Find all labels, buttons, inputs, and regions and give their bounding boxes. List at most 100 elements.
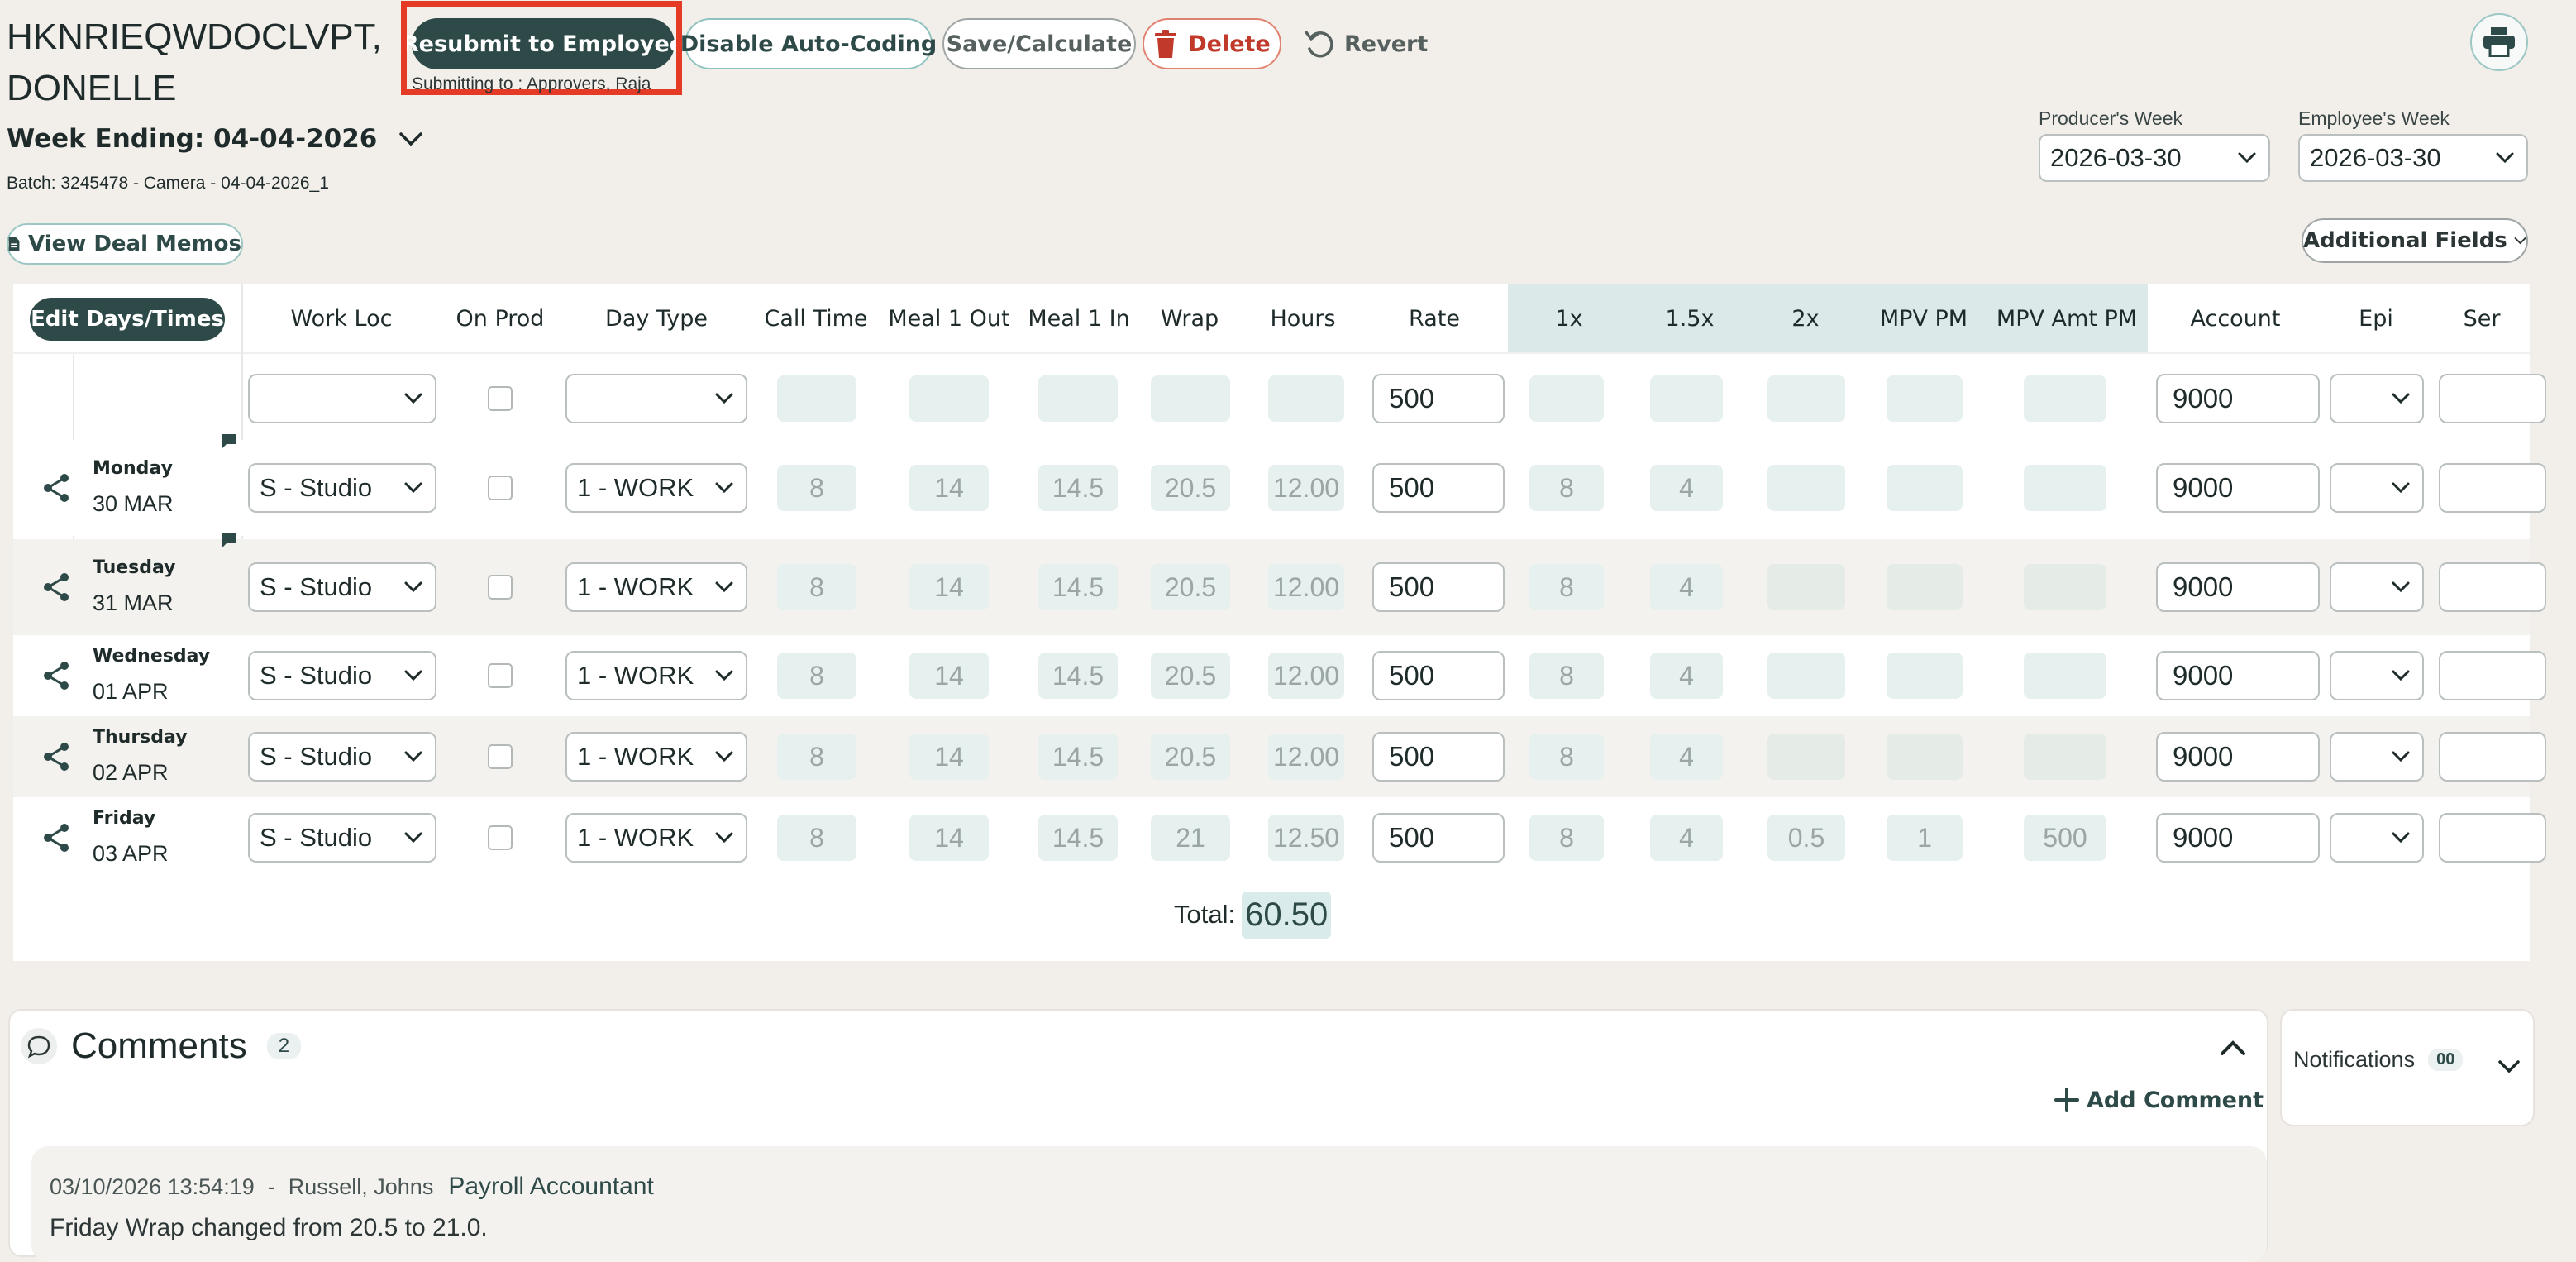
template-day-type-select[interactable] bbox=[565, 374, 747, 423]
row-x1-cell[interactable]: 8 bbox=[1529, 734, 1604, 780]
chevron-down-icon[interactable] bbox=[2497, 1059, 2521, 1075]
row-meal-out-cell[interactable]: 14 bbox=[909, 564, 989, 610]
template-meal1-in[interactable] bbox=[1038, 375, 1118, 422]
row-work-loc-select[interactable]: S - Studio bbox=[248, 562, 436, 612]
row-hours-cell[interactable]: 12.00 bbox=[1268, 734, 1344, 780]
row-rate-input[interactable]: 500 bbox=[1372, 562, 1505, 612]
additional-fields-button[interactable]: Additional Fields bbox=[2302, 218, 2528, 263]
row-ser-input[interactable] bbox=[2439, 463, 2546, 513]
template-epi-select[interactable] bbox=[2330, 374, 2424, 423]
template-account-input[interactable]: 9000 bbox=[2156, 374, 2320, 423]
row-mpv-amt-cell[interactable]: 500 bbox=[2024, 815, 2106, 861]
row-x1-cell[interactable]: 8 bbox=[1529, 564, 1604, 610]
row-day-type-select[interactable]: 1 - WORK bbox=[565, 562, 747, 612]
row-on-prod-checkbox[interactable] bbox=[488, 575, 513, 600]
row-call-cell[interactable]: 8 bbox=[777, 465, 856, 511]
row-call-cell[interactable]: 8 bbox=[777, 815, 856, 861]
print-button[interactable] bbox=[2470, 13, 2528, 71]
row-rate-input[interactable]: 500 bbox=[1372, 463, 1505, 513]
row-ser-input[interactable] bbox=[2439, 732, 2546, 782]
row-epi-select[interactable] bbox=[2330, 463, 2424, 513]
row-on-prod-checkbox[interactable] bbox=[488, 825, 513, 850]
row-account-input[interactable]: 9000 bbox=[2156, 813, 2320, 863]
row-work-loc-select[interactable]: S - Studio bbox=[248, 463, 436, 513]
row-meal-out-cell[interactable]: 14 bbox=[909, 653, 989, 699]
message-icon[interactable] bbox=[220, 533, 238, 549]
row-on-prod-checkbox[interactable] bbox=[488, 663, 513, 688]
row-x2-cell[interactable]: 0.5 bbox=[1767, 815, 1845, 861]
row-day-type-select[interactable]: 1 - WORK bbox=[565, 732, 747, 782]
row-day-type-select[interactable]: 1 - WORK bbox=[565, 813, 747, 863]
row-wrap-cell[interactable]: 20.5 bbox=[1151, 734, 1230, 780]
row-work-loc-select[interactable]: S - Studio bbox=[248, 813, 436, 863]
row-hours-cell[interactable]: 12.00 bbox=[1268, 653, 1344, 699]
template-mpv-pm[interactable] bbox=[1887, 375, 1963, 422]
row-ser-input[interactable] bbox=[2439, 562, 2546, 612]
share-icon[interactable] bbox=[40, 659, 73, 692]
row-wrap-cell[interactable]: 20.5 bbox=[1151, 564, 1230, 610]
row-epi-select[interactable] bbox=[2330, 651, 2424, 700]
disable-autocoding-button[interactable]: Disable Auto-Coding bbox=[680, 18, 937, 69]
row-x1-cell[interactable]: 8 bbox=[1529, 815, 1604, 861]
row-wrap-cell[interactable]: 20.5 bbox=[1151, 653, 1230, 699]
row-day-type-select[interactable]: 1 - WORK bbox=[565, 651, 747, 700]
row-meal-in-cell[interactable]: 14.5 bbox=[1038, 815, 1118, 861]
template-meal1-out[interactable] bbox=[909, 375, 989, 422]
template-hours[interactable] bbox=[1268, 375, 1344, 422]
row-meal-out-cell[interactable]: 14 bbox=[909, 734, 989, 780]
chevron-down-icon[interactable] bbox=[398, 131, 423, 146]
row-mpv-cell[interactable] bbox=[1887, 653, 1963, 699]
row-epi-select[interactable] bbox=[2330, 732, 2424, 782]
producers-week-select[interactable]: 2026-03-30 bbox=[2039, 134, 2270, 182]
row-account-input[interactable]: 9000 bbox=[2156, 463, 2320, 513]
revert-button[interactable]: Revert bbox=[1303, 23, 1428, 65]
row-work-loc-select[interactable]: S - Studio bbox=[248, 732, 436, 782]
view-deal-memos-button[interactable]: View Deal Memos bbox=[7, 223, 243, 265]
template-1x[interactable] bbox=[1529, 375, 1604, 422]
row-x15-cell[interactable]: 4 bbox=[1650, 564, 1723, 610]
week-ending[interactable]: Week Ending: 04-04-2026 bbox=[7, 124, 423, 154]
row-meal-in-cell[interactable]: 14.5 bbox=[1038, 564, 1118, 610]
row-hours-cell[interactable]: 12.50 bbox=[1268, 815, 1344, 861]
row-x1-cell[interactable]: 8 bbox=[1529, 653, 1604, 699]
template-1-5x[interactable] bbox=[1650, 375, 1723, 422]
row-account-input[interactable]: 9000 bbox=[2156, 732, 2320, 782]
template-mpv-amt-pm[interactable] bbox=[2024, 375, 2106, 422]
row-rate-input[interactable]: 500 bbox=[1372, 813, 1505, 863]
row-mpv-amt-cell[interactable] bbox=[2024, 653, 2106, 699]
row-call-cell[interactable]: 8 bbox=[777, 564, 856, 610]
row-x2-cell[interactable] bbox=[1767, 734, 1845, 780]
template-2x[interactable] bbox=[1767, 375, 1845, 422]
row-on-prod-checkbox[interactable] bbox=[488, 476, 513, 500]
row-mpv-amt-cell[interactable] bbox=[2024, 564, 2106, 610]
row-call-cell[interactable]: 8 bbox=[777, 653, 856, 699]
row-x2-cell[interactable] bbox=[1767, 564, 1845, 610]
row-call-cell[interactable]: 8 bbox=[777, 734, 856, 780]
save-calculate-button[interactable]: Save/Calculate bbox=[942, 18, 1136, 69]
row-meal-out-cell[interactable]: 14 bbox=[909, 815, 989, 861]
template-on-prod-checkbox[interactable] bbox=[488, 386, 513, 411]
row-wrap-cell[interactable]: 20.5 bbox=[1151, 465, 1230, 511]
row-x2-cell[interactable] bbox=[1767, 653, 1845, 699]
row-epi-select[interactable] bbox=[2330, 562, 2424, 612]
row-mpv-cell[interactable] bbox=[1887, 734, 1963, 780]
share-icon[interactable] bbox=[40, 571, 73, 604]
template-rate-input[interactable]: 500 bbox=[1372, 374, 1505, 423]
row-account-input[interactable]: 9000 bbox=[2156, 562, 2320, 612]
share-icon[interactable] bbox=[40, 740, 73, 773]
row-x15-cell[interactable]: 4 bbox=[1650, 815, 1723, 861]
row-on-prod-checkbox[interactable] bbox=[488, 744, 513, 769]
share-icon[interactable] bbox=[40, 821, 73, 854]
row-day-type-select[interactable]: 1 - WORK bbox=[565, 463, 747, 513]
row-rate-input[interactable]: 500 bbox=[1372, 651, 1505, 700]
row-meal-in-cell[interactable]: 14.5 bbox=[1038, 653, 1118, 699]
row-x15-cell[interactable]: 4 bbox=[1650, 653, 1723, 699]
row-meal-in-cell[interactable]: 14.5 bbox=[1038, 465, 1118, 511]
row-epi-select[interactable] bbox=[2330, 813, 2424, 863]
row-mpv-cell[interactable]: 1 bbox=[1887, 815, 1963, 861]
row-x1-cell[interactable]: 8 bbox=[1529, 465, 1604, 511]
row-mpv-amt-cell[interactable] bbox=[2024, 465, 2106, 511]
row-hours-cell[interactable]: 12.00 bbox=[1268, 564, 1344, 610]
row-x15-cell[interactable]: 4 bbox=[1650, 465, 1723, 511]
row-mpv-amt-cell[interactable] bbox=[2024, 734, 2106, 780]
